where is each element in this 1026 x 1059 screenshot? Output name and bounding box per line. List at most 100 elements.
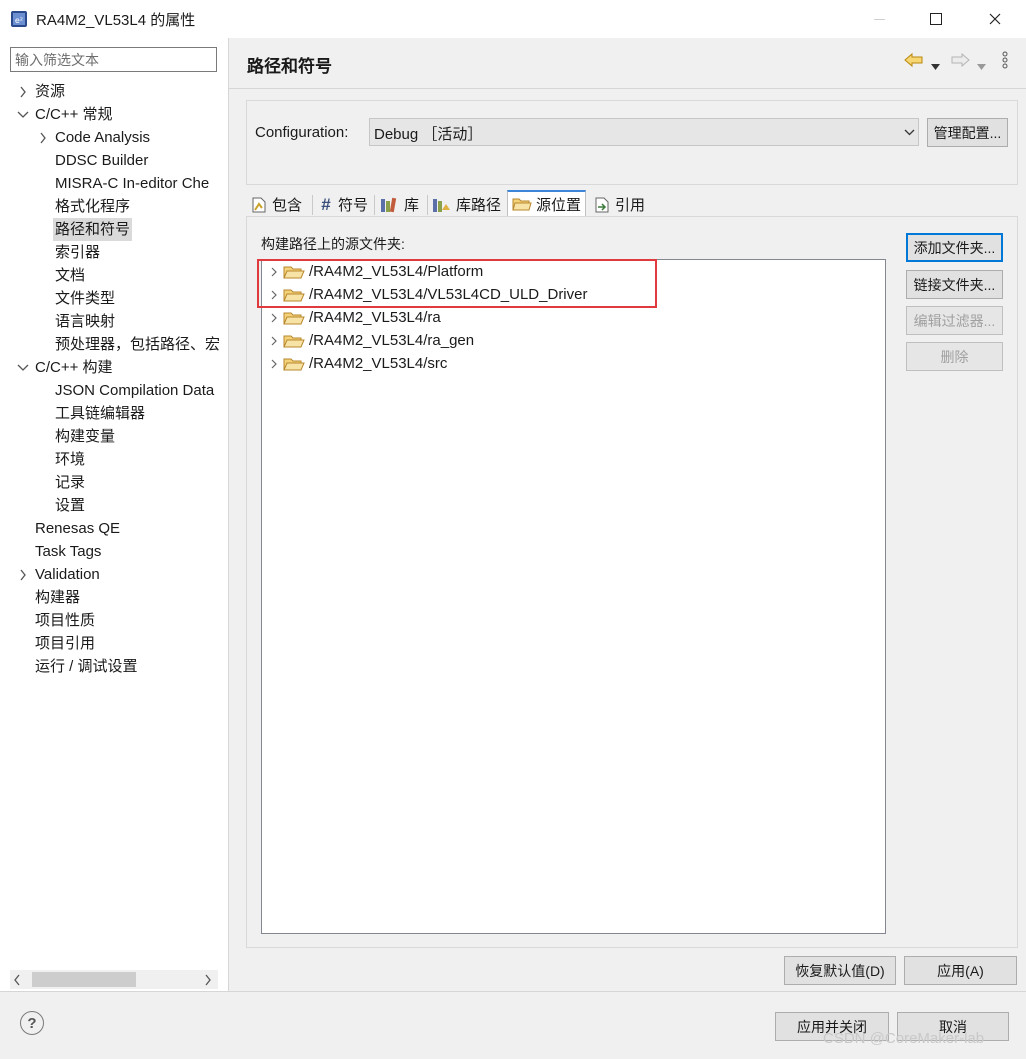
tree-item[interactable]: 运行 / 调试设置	[35, 655, 138, 678]
tree-item[interactable]: C/C++ 构建	[35, 356, 113, 379]
tab-divider	[427, 195, 428, 215]
tree-item[interactable]: 设置	[55, 494, 85, 517]
close-button[interactable]	[972, 0, 1018, 38]
include-icon	[252, 197, 266, 212]
tab-references[interactable]: 引用	[593, 192, 645, 217]
tree-item[interactable]: 格式化程序	[55, 195, 130, 218]
tab-symbols[interactable]: # 符号	[318, 192, 368, 217]
tree-item[interactable]: 构建器	[35, 586, 80, 609]
edit-filter-button[interactable]: 编辑过滤器...	[906, 306, 1003, 335]
chevron-down-icon[interactable]	[17, 103, 29, 126]
tree-item[interactable]: 项目性质	[35, 609, 95, 632]
chevron-down-icon	[931, 64, 940, 70]
tab-library-paths[interactable]: 库路径	[432, 192, 501, 217]
view-menu-button[interactable]	[1001, 51, 1009, 73]
help-icon[interactable]: ?	[20, 1011, 44, 1035]
app-icon: e²	[11, 11, 27, 27]
maximize-button[interactable]	[913, 0, 959, 38]
chevron-right-icon[interactable]	[269, 312, 279, 324]
chevron-down-icon	[977, 64, 986, 70]
tab-label: 引用	[615, 197, 646, 214]
watermark-text: CSDN @CoreMaker-lab	[823, 1030, 985, 1047]
vertical-ellipsis-icon	[1002, 51, 1008, 69]
tree-item[interactable]: 文件类型	[55, 287, 115, 310]
delete-button[interactable]: 删除	[906, 342, 1003, 371]
chevron-right-icon[interactable]	[17, 563, 29, 586]
tree-item[interactable]: 工具链编辑器	[55, 402, 145, 425]
scroll-left-icon[interactable]	[13, 973, 21, 990]
folder-path: /RA4M2_VL53L4/ra	[309, 309, 441, 326]
minimize-button[interactable]	[856, 0, 902, 38]
apply-button[interactable]: 应用(A)	[904, 956, 1017, 985]
back-arrow-icon	[904, 52, 923, 68]
back-button[interactable]	[904, 52, 924, 72]
tree-item[interactable]: Renesas QE	[35, 517, 120, 540]
folder-path: /RA4M2_VL53L4/ra_gen	[309, 332, 475, 349]
tree-horizontal-scrollbar[interactable]	[10, 970, 218, 989]
filter-input[interactable]	[10, 47, 217, 72]
forward-button[interactable]	[950, 52, 970, 72]
tab-label: 库路径	[456, 197, 502, 214]
tree-item[interactable]: 路径和符号	[53, 218, 133, 241]
folder-icon	[283, 335, 305, 347]
tab-divider	[374, 195, 375, 215]
chevron-right-icon[interactable]	[37, 126, 49, 149]
tab-divider	[312, 195, 313, 215]
tree-item[interactable]: Code Analysis	[55, 126, 150, 149]
chevron-down-icon[interactable]	[17, 356, 29, 379]
source-folders-label: 构建路径上的源文件夹:	[261, 236, 405, 252]
tab-source-location[interactable]: 源位置	[507, 190, 586, 216]
tab-label: 库	[404, 197, 420, 214]
source-folder-row[interactable]: /RA4M2_VL53L4/src	[269, 352, 447, 375]
forward-history-dropdown[interactable]	[977, 57, 986, 74]
header-separator	[229, 88, 1026, 89]
tab-label: 包含	[272, 197, 303, 214]
back-history-dropdown[interactable]	[931, 57, 940, 74]
source-folder-row[interactable]: /RA4M2_VL53L4/ra	[269, 306, 441, 329]
tree-item[interactable]: Task Tags	[35, 540, 101, 563]
folder-icon	[283, 358, 305, 370]
restore-defaults-button[interactable]: 恢复默认值(D)	[784, 956, 896, 985]
scroll-right-icon[interactable]	[204, 973, 212, 990]
chevron-right-icon[interactable]	[269, 335, 279, 347]
folder-path: /RA4M2_VL53L4/src	[309, 355, 448, 372]
close-icon	[989, 13, 1001, 25]
highlight-annotation-box	[257, 259, 657, 308]
source-folder-row[interactable]: /RA4M2_VL53L4/ra_gen	[269, 329, 474, 352]
link-folder-button[interactable]: 链接文件夹...	[906, 270, 1003, 299]
tree-item[interactable]: Validation	[35, 563, 100, 586]
svg-text:e²: e²	[15, 16, 23, 25]
reference-icon	[595, 197, 609, 212]
window-title: RA4M2_VL53L4 的属性	[36, 12, 196, 29]
source-folder-icon	[512, 198, 532, 211]
minimize-icon	[873, 18, 885, 20]
tree-item[interactable]: 文档	[55, 264, 85, 287]
scrollbar-thumb[interactable]	[32, 972, 136, 987]
configuration-label: Configuration:	[255, 124, 349, 141]
tree-item[interactable]: 项目引用	[35, 632, 95, 655]
tree-item[interactable]: JSON Compilation Data	[55, 379, 214, 402]
manage-configurations-button[interactable]: 管理配置...	[927, 118, 1008, 147]
tab-include[interactable]: 包含	[250, 192, 302, 217]
chevron-down-icon	[904, 129, 915, 136]
configuration-value: Debug ［活动］	[374, 126, 483, 143]
tree-item[interactable]: 语言映射	[55, 310, 115, 333]
chevron-right-icon[interactable]	[17, 80, 29, 103]
add-folder-button[interactable]: 添加文件夹...	[906, 233, 1003, 262]
tab-libraries[interactable]: 库	[380, 192, 419, 217]
folder-icon	[283, 312, 305, 324]
tree-item[interactable]: C/C++ 常规	[35, 103, 113, 126]
tab-label: 符号	[338, 197, 369, 214]
forward-arrow-icon	[951, 52, 970, 68]
configuration-select[interactable]: Debug ［活动］	[369, 118, 919, 146]
tree-item[interactable]: 资源	[35, 80, 65, 103]
tree-item[interactable]: 记录	[55, 471, 85, 494]
tree-item[interactable]: 环境	[55, 448, 85, 471]
tree-item[interactable]: DDSC Builder	[55, 149, 148, 172]
tree-item[interactable]: 索引器	[55, 241, 100, 264]
chevron-right-icon[interactable]	[269, 358, 279, 370]
tree-item[interactable]: 构建变量	[55, 425, 115, 448]
tree-item[interactable]: MISRA-C In-editor Che	[55, 172, 209, 195]
tree-item[interactable]: 预处理器，包括路径、宏	[55, 333, 219, 356]
property-tree: 资源 C/C++ 常规 Code Analysis DDSC Builder MISRA…	[0, 78, 219, 958]
